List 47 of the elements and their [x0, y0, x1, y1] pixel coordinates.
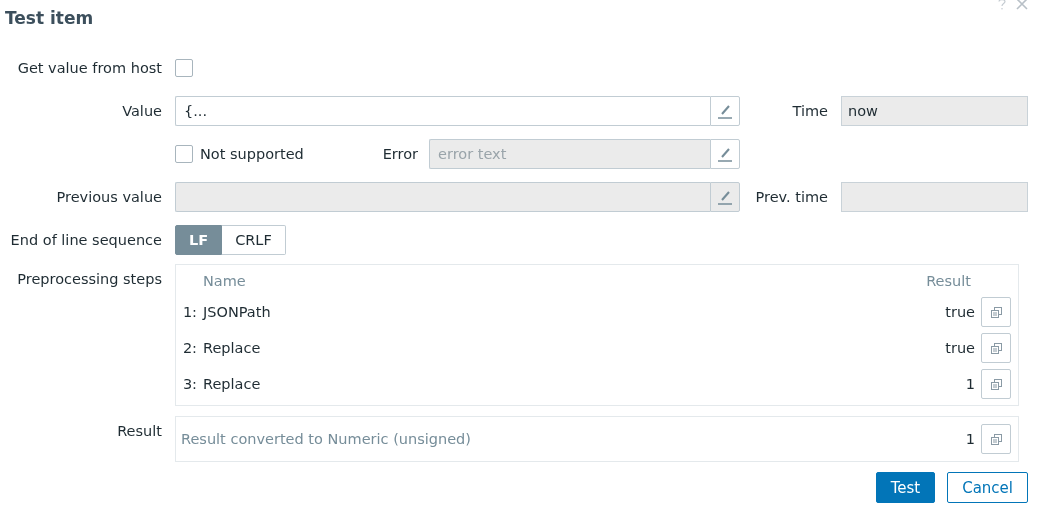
time-field[interactable]: now — [841, 96, 1028, 126]
step-name: JSONPath — [203, 304, 272, 320]
copy-button[interactable] — [981, 297, 1011, 327]
help-icon[interactable] — [998, 0, 1006, 10]
close-icon[interactable] — [1016, 0, 1028, 10]
previous-value-field[interactable] — [175, 182, 710, 212]
segment-button[interactable]: CRLF — [222, 225, 286, 255]
edit-button[interactable] — [710, 96, 740, 126]
step-result: true — [945, 340, 975, 356]
copy-button[interactable] — [981, 333, 1011, 363]
field-label: Value — [121, 103, 162, 119]
field-label: Previous value — [55, 189, 162, 205]
edit-button[interactable] — [710, 182, 740, 212]
field-label: Result — [116, 423, 162, 439]
copy-icon — [990, 378, 1002, 390]
copy-button[interactable] — [981, 369, 1011, 399]
field-label: Get value from host — [16, 60, 162, 76]
error-field[interactable]: error text — [429, 139, 710, 169]
checkbox[interactable] — [175, 59, 193, 77]
result-value: 1 — [965, 431, 975, 447]
field-label: End of line sequence — [9, 232, 162, 248]
step-name: Replace — [203, 376, 262, 392]
value-field[interactable]: {... — [175, 96, 710, 126]
dialog-title: Test item — [5, 7, 94, 28]
step-number: 1: — [181, 304, 198, 320]
checkbox-label: Not supported — [200, 146, 304, 162]
test-button[interactable]: Test — [875, 472, 936, 503]
step-result: 1 — [965, 376, 975, 392]
field-label: Prev. time — [754, 189, 828, 205]
field-label: Preprocessing steps — [16, 271, 162, 287]
step-name: Replace — [203, 340, 262, 356]
cancel-button[interactable]: Cancel — [947, 472, 1028, 503]
result-description: Result converted to Numeric (unsigned) — [181, 431, 472, 447]
edit-button[interactable] — [710, 139, 740, 169]
checkbox[interactable] — [175, 145, 193, 163]
copy-icon — [990, 433, 1002, 445]
column-header: Name — [203, 273, 247, 289]
step-result: true — [945, 304, 975, 320]
step-number: 2: — [181, 340, 198, 356]
step-number: 3: — [181, 376, 198, 392]
field-label: Time — [791, 103, 828, 119]
copy-button[interactable] — [981, 424, 1011, 454]
column-header: Result — [926, 273, 971, 289]
field-label: Error — [381, 146, 418, 162]
copy-icon — [990, 342, 1002, 354]
prev-time-field[interactable] — [841, 182, 1028, 212]
copy-icon — [990, 306, 1002, 318]
